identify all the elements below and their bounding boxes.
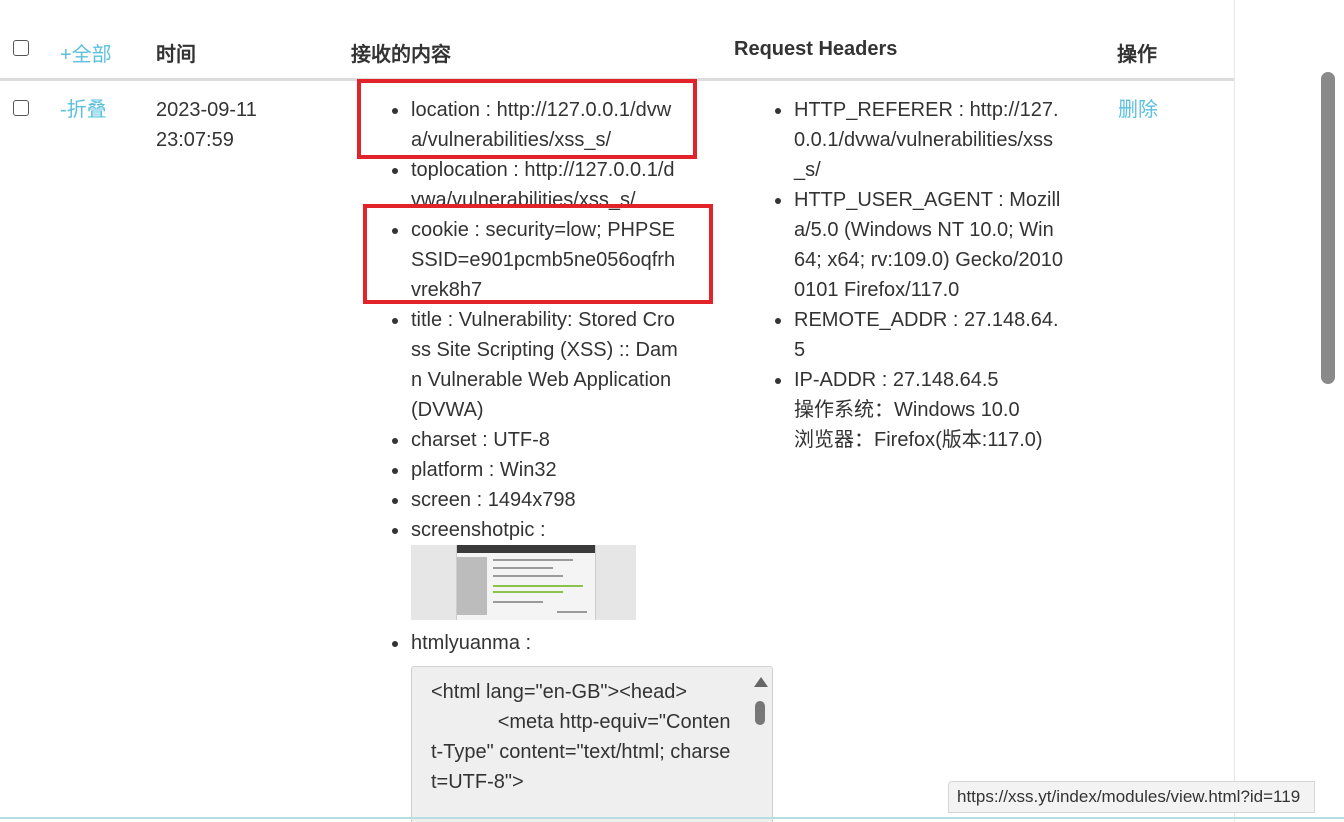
content-item-screenshotpic: screenshotpic : — [392, 515, 681, 620]
select-all-checkbox[interactable] — [13, 40, 29, 56]
textarea-scroll-thumb[interactable] — [755, 701, 765, 725]
screenshotpic-label: screenshotpic : — [411, 519, 546, 541]
header-item-user-agent: HTTP_USER_AGENT : Mozilla/5.0 (Windows N… — [775, 185, 1064, 305]
link-status-tooltip: https://xss.yt/index/modules/view.html?i… — [948, 781, 1316, 813]
page-scrollbar-thumb[interactable] — [1321, 72, 1335, 384]
content-item-charset: charset : UTF-8 — [392, 425, 681, 455]
row-time: 2023-09-11 23:07:59 — [156, 95, 257, 155]
main-content: +全部 时间 接收的内容 Request Headers 操作 -折叠 2023… — [0, 0, 1234, 822]
row-checkbox[interactable] — [13, 100, 29, 116]
column-header-time: 时间 — [156, 44, 196, 66]
browser-text: 浏览器：Firefox(版本:117.0) — [794, 429, 1043, 451]
ip-addr-text: IP-ADDR : 27.148.64.5 — [794, 369, 999, 391]
column-header-content: 接收的内容 — [351, 44, 451, 66]
column-header-actions: 操作 — [1117, 44, 1157, 66]
highlight-box-location — [357, 79, 697, 159]
request-headers-list: HTTP_REFERER : http://127.0.0.1/dvwa/vul… — [775, 95, 1064, 455]
highlight-box-cookie — [363, 204, 713, 304]
expand-all-link[interactable]: +全部 — [60, 38, 112, 67]
os-text: 操作系统：Windows 10.0 — [794, 399, 1020, 421]
content-item-screen: screen : 1494x798 — [392, 485, 681, 515]
html-source-text: <html lang="en-GB"><head> <meta http-equ… — [431, 681, 731, 793]
htmlyuanma-label: htmlyuanma : — [411, 632, 532, 654]
textarea-scrollbar[interactable] — [748, 667, 772, 822]
screenshot-thumbnail[interactable] — [411, 545, 636, 620]
delete-link[interactable]: 删除 — [1118, 95, 1158, 125]
collapse-link[interactable]: -折叠 — [60, 95, 107, 125]
header-item-ip-addr: IP-ADDR : 27.148.64.5 操作系统：Windows 10.0 … — [775, 365, 1064, 455]
screenshot-image — [456, 545, 596, 620]
column-header-request-headers: Request Headers — [734, 38, 898, 60]
bottom-divider — [0, 817, 1344, 819]
scroll-up-arrow-icon[interactable] — [754, 677, 768, 687]
row-clock: 23:07:59 — [156, 129, 234, 151]
content-item-platform: platform : Win32 — [392, 455, 681, 485]
html-source-textarea[interactable]: <html lang="en-GB"><head> <meta http-equ… — [411, 666, 773, 822]
header-item-remote-addr: REMOTE_ADDR : 27.148.64.5 — [775, 305, 1064, 365]
header-item-referer: HTTP_REFERER : http://127.0.0.1/dvwa/vul… — [775, 95, 1064, 185]
row-date: 2023-09-11 — [156, 99, 257, 121]
table-header: +全部 时间 接收的内容 Request Headers 操作 — [0, 0, 1234, 81]
content-item-title: title : Vulnerability: Stored Cross Site… — [392, 305, 681, 425]
content-item-htmlyuanma: htmlyuanma : <html lang="en-GB"><head> <… — [392, 628, 773, 822]
